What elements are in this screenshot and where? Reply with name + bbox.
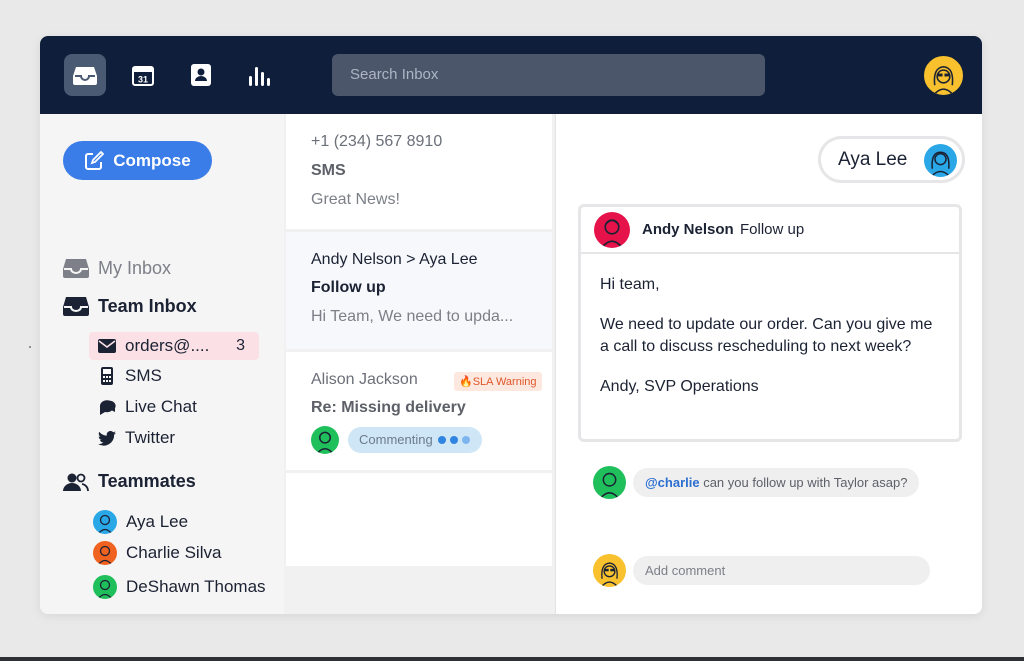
person-icon <box>97 514 113 534</box>
conversation-from: Alison Jackson <box>311 371 418 388</box>
message-detail: Aya Lee Andy Nelson Follow up Hi team, W… <box>555 114 982 614</box>
conversation-subject: Follow up <box>311 279 386 296</box>
conversation-subject: Re: Missing delivery <box>311 399 466 416</box>
conversation-item[interactable]: +1 (234) 567 8910 SMS Great News! <box>286 114 552 229</box>
sidebar-item-label: My Inbox <box>98 257 172 278</box>
teammate-name: Aya Lee <box>126 512 189 531</box>
sidebar-teammates-heading[interactable]: Teammates <box>63 471 196 492</box>
message-signature: Andy, SVP Operations <box>600 378 759 395</box>
avatar <box>594 212 630 248</box>
mention[interactable]: @charlie <box>645 475 700 490</box>
teammate-aya-lee[interactable]: Aya Lee <box>93 508 188 536</box>
teammate-name: Charlie Silva <box>126 543 222 562</box>
message-text: We need to update our order. Can you giv… <box>600 316 933 355</box>
sidebar-item-sms[interactable]: SMS <box>89 362 162 390</box>
conversation-list: +1 (234) 567 8910 SMS Great News! Andy N… <box>284 114 555 614</box>
sla-warning-badge: 🔥SLA Warning <box>454 372 542 391</box>
sidebar-item-my-inbox[interactable]: My Inbox <box>63 257 171 279</box>
people-icon <box>63 473 89 491</box>
inbox-tray-icon <box>63 259 89 278</box>
inbox-tray-icon <box>73 67 97 85</box>
envelope-icon <box>98 339 116 353</box>
avatar <box>93 575 117 599</box>
comment-bubble: @charlie can you follow up with Taylor a… <box>633 468 920 497</box>
typing-dots-icon <box>438 436 470 444</box>
sidebar-item-twitter[interactable]: Twitter <box>89 424 175 452</box>
person-icon <box>600 562 619 587</box>
comment-text: can you follow up with Taylor asap? <box>699 475 908 490</box>
conversation-from: Andy Nelson > Aya Lee <box>311 251 478 268</box>
sidebar-item-label: Twitter <box>125 428 176 447</box>
conversation-item-selected[interactable]: Andy Nelson > Aya Lee Follow up Hi Team,… <box>286 232 552 349</box>
message-card: Andy Nelson Follow up Hi team, We need t… <box>578 204 962 442</box>
contact-card-icon <box>191 64 211 86</box>
conversation-item[interactable]: Alison Jackson 🔥SLA Warning Re: Missing … <box>286 352 552 470</box>
person-icon <box>316 431 334 454</box>
message-sender: Andy Nelson <box>642 221 734 238</box>
contact-name: Aya Lee <box>838 149 908 170</box>
sidebar-item-label: orders@.... <box>125 336 210 355</box>
nav-inbox-button[interactable] <box>64 54 106 96</box>
sidebar-item-live-chat[interactable]: Live Chat <box>89 393 197 421</box>
message-body: Hi team, We need to update our order. Ca… <box>600 274 940 416</box>
user-avatar[interactable] <box>922 54 965 97</box>
teammate-name: DeShawn Thomas <box>126 577 266 596</box>
message-greeting: Hi team, <box>600 276 660 293</box>
app-window: 31 Search Inbox Compose My Inbox Team In… <box>40 36 982 614</box>
person-icon <box>97 545 113 565</box>
message-header: Andy Nelson Follow up <box>581 207 959 254</box>
nav-calendar-button[interactable]: 31 <box>122 54 164 96</box>
conversation-preview: Hi Team, We need to upda... <box>311 308 514 325</box>
sidebar-item-label: Team Inbox <box>98 295 197 316</box>
phone-icon <box>101 367 113 385</box>
compose-icon <box>85 150 105 170</box>
teammate-charlie-silva[interactable]: Charlie Silva <box>93 539 221 567</box>
bar-chart-icon <box>249 67 270 86</box>
contact-pill[interactable]: Aya Lee <box>818 136 965 183</box>
inbox-tray-icon <box>63 297 89 316</box>
nav-analytics-button[interactable] <box>238 54 280 96</box>
conversation-preview: Great News! <box>311 191 400 208</box>
nav-contacts-button[interactable] <box>180 54 222 96</box>
search-input[interactable]: Search Inbox <box>332 54 765 96</box>
conversation-from: +1 (234) 567 8910 <box>311 133 443 150</box>
unread-count: 3 <box>236 337 245 354</box>
commenting-status: Commenting <box>348 427 482 453</box>
compose-button[interactable]: Compose <box>63 141 212 180</box>
person-icon <box>97 579 113 599</box>
person-icon <box>930 151 951 177</box>
bottom-border <box>0 657 1024 661</box>
avatar <box>593 466 626 499</box>
stray-dot <box>29 346 31 348</box>
avatar <box>93 541 117 565</box>
person-icon <box>600 219 624 248</box>
avatar <box>593 554 626 587</box>
flame-icon: 🔥 <box>459 376 473 388</box>
sidebar-item-label: SMS <box>125 366 162 385</box>
calendar-icon: 31 <box>132 66 154 86</box>
conversation-item-empty <box>286 473 552 566</box>
sidebar-item-team-inbox[interactable]: Team Inbox <box>63 295 197 317</box>
comment: @charlie can you follow up with Taylor a… <box>593 466 920 499</box>
twitter-icon <box>98 430 116 446</box>
teammate-deshawn-thomas[interactable]: DeShawn Thomas <box>93 573 266 601</box>
sidebar: Compose My Inbox Team Inbox orders@.... … <box>40 114 284 614</box>
chat-bubbles-icon <box>99 400 116 415</box>
avatar <box>924 144 957 177</box>
conversation-subject: SMS <box>311 162 346 179</box>
sidebar-item-orders[interactable]: orders@.... 3 <box>89 332 259 360</box>
user-avatar-icon <box>933 65 954 95</box>
sidebar-item-label: Live Chat <box>125 397 197 416</box>
teammates-label: Teammates <box>98 471 196 491</box>
avatar <box>311 426 339 454</box>
svg-text:31: 31 <box>138 75 148 85</box>
add-comment-input[interactable]: Add comment <box>633 556 930 585</box>
compose-label: Compose <box>113 150 191 170</box>
person-icon <box>599 472 620 499</box>
avatar <box>93 510 117 534</box>
top-bar: 31 Search Inbox <box>40 36 982 114</box>
message-subject: Follow up <box>740 221 805 238</box>
add-comment-row: Add comment <box>593 554 930 587</box>
